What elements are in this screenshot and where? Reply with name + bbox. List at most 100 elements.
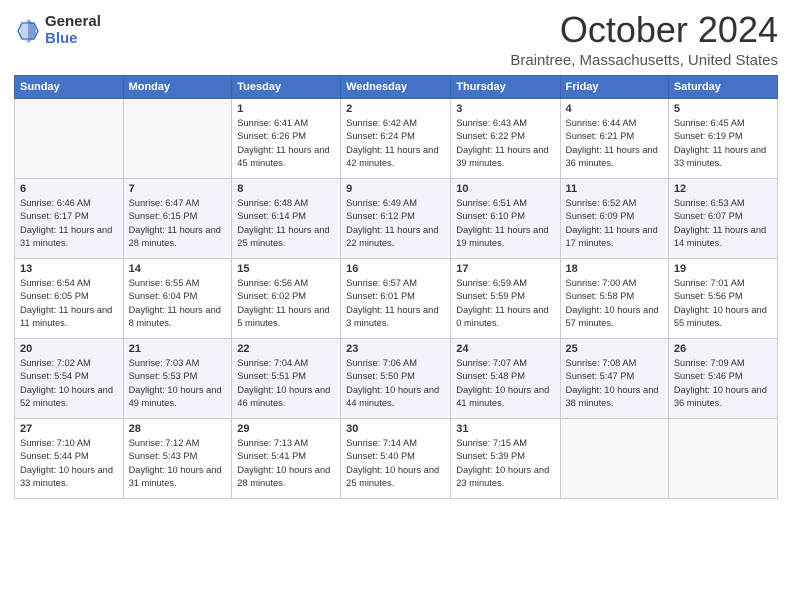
calendar-cell: 26 Sunrise: 7:09 AM Sunset: 5:46 PM Dayli… bbox=[668, 338, 777, 418]
day-number: 23 bbox=[346, 343, 445, 355]
weekday-header-monday: Monday bbox=[123, 75, 232, 98]
day-number: 21 bbox=[129, 343, 227, 355]
day-info: Sunrise: 7:12 AM Sunset: 5:43 PM Dayligh… bbox=[129, 437, 227, 491]
day-info: Sunrise: 6:59 AM Sunset: 5:59 PM Dayligh… bbox=[456, 277, 554, 331]
calendar-cell: 3 Sunrise: 6:43 AM Sunset: 6:22 PM Daylig… bbox=[451, 98, 560, 178]
calendar-cell: 23 Sunrise: 7:06 AM Sunset: 5:50 PM Dayli… bbox=[341, 338, 451, 418]
weekday-header-friday: Friday bbox=[560, 75, 668, 98]
calendar-cell bbox=[668, 418, 777, 498]
day-info: Sunrise: 7:01 AM Sunset: 5:56 PM Dayligh… bbox=[674, 277, 772, 331]
day-info: Sunrise: 7:10 AM Sunset: 5:44 PM Dayligh… bbox=[20, 437, 118, 491]
day-number: 8 bbox=[237, 183, 335, 195]
day-number: 6 bbox=[20, 183, 118, 195]
logo: General Blue bbox=[14, 14, 101, 47]
day-number: 3 bbox=[456, 103, 554, 115]
day-number: 18 bbox=[566, 263, 663, 275]
day-info: Sunrise: 6:49 AM Sunset: 6:12 PM Dayligh… bbox=[346, 197, 445, 251]
calendar-cell: 28 Sunrise: 7:12 AM Sunset: 5:43 PM Dayli… bbox=[123, 418, 232, 498]
day-number: 24 bbox=[456, 343, 554, 355]
calendar-cell: 2 Sunrise: 6:42 AM Sunset: 6:24 PM Daylig… bbox=[341, 98, 451, 178]
day-number: 25 bbox=[566, 343, 663, 355]
day-info: Sunrise: 7:09 AM Sunset: 5:46 PM Dayligh… bbox=[674, 357, 772, 411]
day-info: Sunrise: 7:15 AM Sunset: 5:39 PM Dayligh… bbox=[456, 437, 554, 491]
calendar-cell: 12 Sunrise: 6:53 AM Sunset: 6:07 PM Dayli… bbox=[668, 178, 777, 258]
calendar-cell: 13 Sunrise: 6:54 AM Sunset: 6:05 PM Dayli… bbox=[15, 258, 124, 338]
calendar-cell: 10Sunrise: 6:51 AM Sunset: 6:10 PM Dayli… bbox=[451, 178, 560, 258]
logo-text: General Blue bbox=[45, 14, 101, 47]
day-info: Sunrise: 7:04 AM Sunset: 5:51 PM Dayligh… bbox=[237, 357, 335, 411]
header: General Blue October 2024 Braintree, Mas… bbox=[14, 10, 778, 69]
day-number: 31 bbox=[456, 423, 554, 435]
day-info: Sunrise: 7:06 AM Sunset: 5:50 PM Dayligh… bbox=[346, 357, 445, 411]
calendar-cell bbox=[15, 98, 124, 178]
calendar-cell: 20 Sunrise: 7:02 AM Sunset: 5:54 PM Dayli… bbox=[15, 338, 124, 418]
week-row-4: 20 Sunrise: 7:02 AM Sunset: 5:54 PM Dayli… bbox=[15, 338, 778, 418]
calendar-cell: 29Sunrise: 7:13 AM Sunset: 5:41 PM Dayli… bbox=[232, 418, 341, 498]
calendar-cell: 15Sunrise: 6:56 AM Sunset: 6:02 PM Dayli… bbox=[232, 258, 341, 338]
day-info: Sunrise: 6:42 AM Sunset: 6:24 PM Dayligh… bbox=[346, 117, 445, 171]
weekday-header-wednesday: Wednesday bbox=[341, 75, 451, 98]
calendar-cell: 9 Sunrise: 6:49 AM Sunset: 6:12 PM Daylig… bbox=[341, 178, 451, 258]
day-number: 4 bbox=[566, 103, 663, 115]
day-number: 14 bbox=[129, 263, 227, 275]
calendar-table: SundayMondayTuesdayWednesdayThursdayFrid… bbox=[14, 75, 778, 499]
day-info: Sunrise: 6:52 AM Sunset: 6:09 PM Dayligh… bbox=[566, 197, 663, 251]
calendar-cell bbox=[560, 418, 668, 498]
day-info: Sunrise: 6:56 AM Sunset: 6:02 PM Dayligh… bbox=[237, 277, 335, 331]
logo-text-bottom: Blue bbox=[45, 31, 101, 48]
calendar-page: General Blue October 2024 Braintree, Mas… bbox=[0, 0, 792, 612]
calendar-cell: 19 Sunrise: 7:01 AM Sunset: 5:56 PM Dayli… bbox=[668, 258, 777, 338]
day-number: 7 bbox=[129, 183, 227, 195]
day-number: 16 bbox=[346, 263, 445, 275]
calendar-cell: 11 Sunrise: 6:52 AM Sunset: 6:09 PM Dayli… bbox=[560, 178, 668, 258]
calendar-cell: 24 Sunrise: 7:07 AM Sunset: 5:48 PM Dayli… bbox=[451, 338, 560, 418]
day-info: Sunrise: 6:41 AM Sunset: 6:26 PM Dayligh… bbox=[237, 117, 335, 171]
weekday-header-row: SundayMondayTuesdayWednesdayThursdayFrid… bbox=[15, 75, 778, 98]
day-number: 10 bbox=[456, 183, 554, 195]
day-info: Sunrise: 7:14 AM Sunset: 5:40 PM Dayligh… bbox=[346, 437, 445, 491]
day-number: 19 bbox=[674, 263, 772, 275]
calendar-cell: 14 Sunrise: 6:55 AM Sunset: 6:04 PM Dayli… bbox=[123, 258, 232, 338]
day-number: 11 bbox=[566, 183, 663, 195]
day-number: 12 bbox=[674, 183, 772, 195]
week-row-3: 13 Sunrise: 6:54 AM Sunset: 6:05 PM Dayli… bbox=[15, 258, 778, 338]
day-number: 5 bbox=[674, 103, 772, 115]
calendar-cell: 31 Sunrise: 7:15 AM Sunset: 5:39 PM Dayli… bbox=[451, 418, 560, 498]
logo-text-top: General bbox=[45, 14, 101, 31]
day-number: 9 bbox=[346, 183, 445, 195]
day-info: Sunrise: 6:45 AM Sunset: 6:19 PM Dayligh… bbox=[674, 117, 772, 171]
day-number: 20 bbox=[20, 343, 118, 355]
day-info: Sunrise: 7:07 AM Sunset: 5:48 PM Dayligh… bbox=[456, 357, 554, 411]
day-info: Sunrise: 6:46 AM Sunset: 6:17 PM Dayligh… bbox=[20, 197, 118, 251]
day-number: 2 bbox=[346, 103, 445, 115]
day-info: Sunrise: 7:08 AM Sunset: 5:47 PM Dayligh… bbox=[566, 357, 663, 411]
day-info: Sunrise: 6:53 AM Sunset: 6:07 PM Dayligh… bbox=[674, 197, 772, 251]
calendar-cell: 21Sunrise: 7:03 AM Sunset: 5:53 PM Dayli… bbox=[123, 338, 232, 418]
day-number: 28 bbox=[129, 423, 227, 435]
calendar-cell: 4Sunrise: 6:44 AM Sunset: 6:21 PM Daylig… bbox=[560, 98, 668, 178]
day-number: 27 bbox=[20, 423, 118, 435]
weekday-header-saturday: Saturday bbox=[668, 75, 777, 98]
weekday-header-tuesday: Tuesday bbox=[232, 75, 341, 98]
day-number: 26 bbox=[674, 343, 772, 355]
day-info: Sunrise: 6:55 AM Sunset: 6:04 PM Dayligh… bbox=[129, 277, 227, 331]
calendar-cell: 6 Sunrise: 6:46 AM Sunset: 6:17 PM Daylig… bbox=[15, 178, 124, 258]
day-number: 13 bbox=[20, 263, 118, 275]
day-info: Sunrise: 6:43 AM Sunset: 6:22 PM Dayligh… bbox=[456, 117, 554, 171]
day-info: Sunrise: 7:13 AM Sunset: 5:41 PM Dayligh… bbox=[237, 437, 335, 491]
weekday-header-thursday: Thursday bbox=[451, 75, 560, 98]
calendar-cell: 16 Sunrise: 6:57 AM Sunset: 6:01 PM Dayli… bbox=[341, 258, 451, 338]
calendar-cell: 25 Sunrise: 7:08 AM Sunset: 5:47 PM Dayli… bbox=[560, 338, 668, 418]
week-row-2: 6 Sunrise: 6:46 AM Sunset: 6:17 PM Daylig… bbox=[15, 178, 778, 258]
day-info: Sunrise: 6:57 AM Sunset: 6:01 PM Dayligh… bbox=[346, 277, 445, 331]
day-number: 30 bbox=[346, 423, 445, 435]
calendar-cell bbox=[123, 98, 232, 178]
title-block: October 2024 Braintree, Massachusetts, U… bbox=[510, 10, 778, 69]
calendar-cell: 1 Sunrise: 6:41 AM Sunset: 6:26 PM Daylig… bbox=[232, 98, 341, 178]
week-row-5: 27 Sunrise: 7:10 AM Sunset: 5:44 PM Dayli… bbox=[15, 418, 778, 498]
day-number: 1 bbox=[237, 103, 335, 115]
day-number: 22 bbox=[237, 343, 335, 355]
day-info: Sunrise: 7:02 AM Sunset: 5:54 PM Dayligh… bbox=[20, 357, 118, 411]
calendar-cell: 7Sunrise: 6:47 AM Sunset: 6:15 PM Daylig… bbox=[123, 178, 232, 258]
day-info: Sunrise: 6:54 AM Sunset: 6:05 PM Dayligh… bbox=[20, 277, 118, 331]
